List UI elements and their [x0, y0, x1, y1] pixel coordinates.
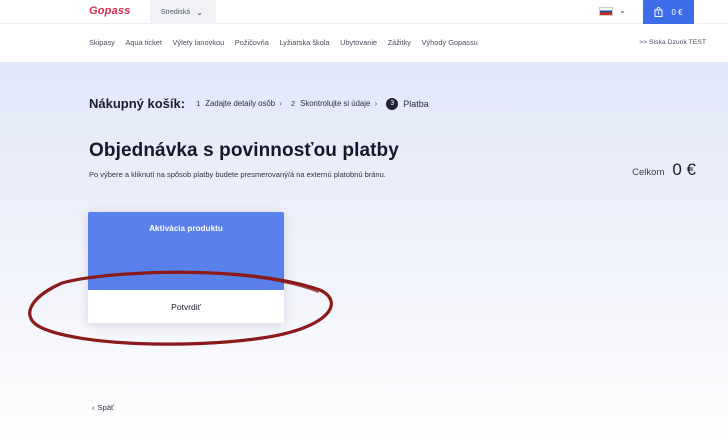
nav-item-lyziarska-skola[interactable]: Lyžiarska škola — [279, 38, 329, 47]
gopass-logo[interactable]: Gopass — [89, 5, 131, 17]
total-value: 0 € — [672, 160, 696, 179]
region-selector[interactable]: Strediská ⌄ — [150, 0, 216, 24]
slovak-flag-icon[interactable] — [599, 7, 613, 16]
order-total: Celkom 0 € — [632, 160, 696, 180]
step-number-active: 3 — [386, 97, 399, 110]
step-2: 2 Skontrolujte si údaje › — [291, 99, 377, 108]
back-link[interactable]: ‹ Späť — [92, 403, 114, 412]
page-title: Objednávka s povinnosťou platby — [89, 140, 399, 161]
nav-item-pozicovna[interactable]: Požičovňa — [235, 38, 269, 47]
total-label: Celkom — [632, 167, 665, 178]
nav-item-skipasy[interactable]: Skipasy — [89, 38, 115, 47]
nav-item-ubytovanie[interactable]: Ubytovanie — [340, 38, 377, 47]
step-1: 1 Zadajte detaily osôb › — [196, 99, 282, 108]
main-nav: Skipasy Aqua ticket Výlety lanovkou Poži… — [0, 24, 728, 62]
back-label: Späť — [97, 403, 114, 412]
step-number: 1 — [196, 99, 201, 108]
chevron-down-icon: ⌄ — [196, 7, 203, 17]
payment-method-card: Aktivácia produktu Potvrdiť — [88, 212, 284, 323]
checkout-steps: Nákupný košík: 1 Zadajte detaily osôb › … — [89, 96, 438, 111]
step-number: 2 — [290, 99, 296, 108]
nav-item-vyhody-gopassu[interactable]: Výhody Gopassu — [421, 38, 477, 47]
top-bar: Gopass Strediská ⌄ ⌄ 0 € — [0, 0, 728, 24]
shopping-bag-icon — [654, 7, 663, 17]
chevron-down-icon[interactable]: ⌄ — [619, 6, 626, 15]
page-description: Po výbere a kliknutí na spôsob platby bu… — [89, 170, 386, 179]
step-label: Zadajte detaily osôb — [205, 99, 276, 108]
cart-title: Nákupný košík: — [89, 96, 186, 111]
step-label: Skontrolujte si údaje — [300, 99, 371, 108]
nav-items: Skipasy Aqua ticket Výlety lanovkou Poži… — [89, 38, 488, 47]
chevron-right-icon: › — [277, 99, 282, 108]
step-label: Platba — [403, 98, 429, 109]
card-title: Aktivácia produktu — [88, 212, 284, 290]
step-3: 3 Platba — [386, 97, 429, 110]
confirm-button[interactable]: Potvrdiť — [88, 290, 284, 323]
nav-item-zazitky[interactable]: Zážitky — [388, 38, 411, 47]
cart-total: 0 € — [671, 7, 683, 17]
cart-button[interactable]: 0 € — [643, 0, 694, 24]
nav-item-vylety-lanovkou[interactable]: Výlety lanovkou — [172, 38, 224, 47]
user-account-link[interactable]: >> Siska Dzurik TEST — [639, 39, 706, 46]
chevron-left-icon: ‹ — [92, 403, 95, 412]
chevron-right-icon: › — [372, 99, 378, 108]
nav-item-aqua-ticket[interactable]: Aqua ticket — [125, 38, 162, 47]
region-label: Strediská — [161, 8, 191, 16]
